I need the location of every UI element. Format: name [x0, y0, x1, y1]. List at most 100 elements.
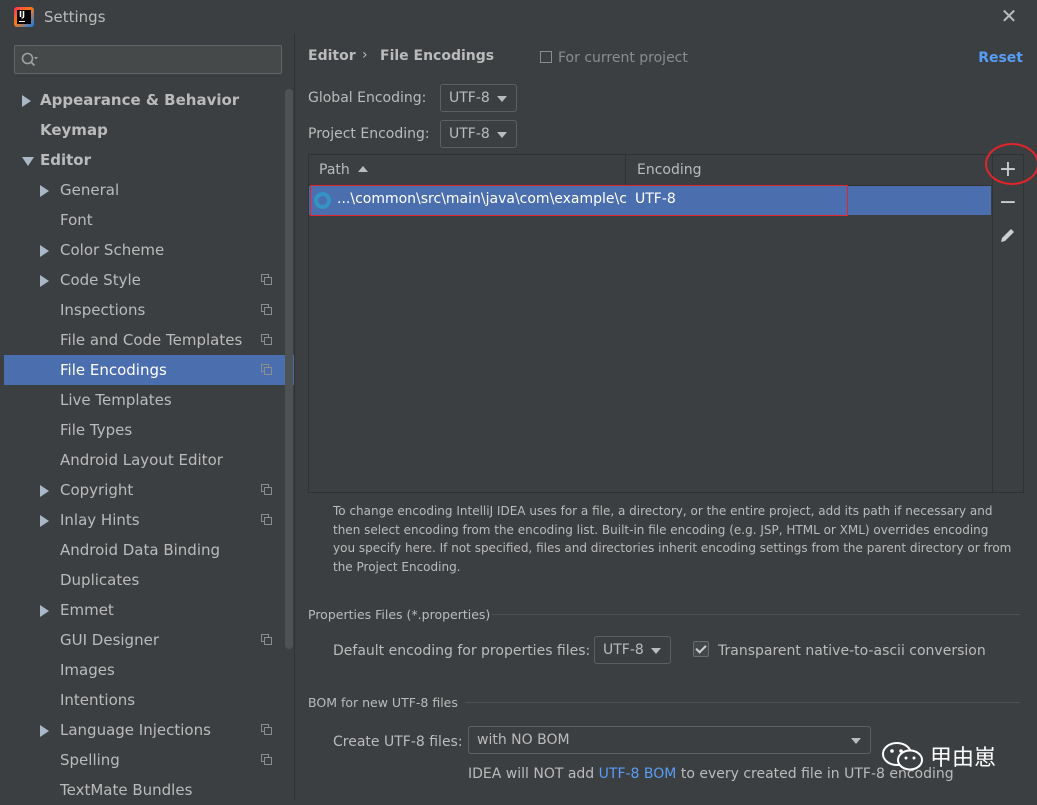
file-encodings-panel: Editor › File Encodings For current proj… [295, 34, 1037, 801]
sidebar-item-label: Live Templates [60, 391, 172, 409]
global-encoding-label: Global Encoding: [308, 90, 427, 106]
sidebar-item-label: Copyright [60, 481, 134, 499]
help-text: To change encoding IntelliJ IDEA uses fo… [333, 504, 1012, 574]
settings-sidebar: Appearance & Behavior Keymap Editor General… [0, 34, 294, 801]
chevron-down-icon [497, 132, 507, 138]
project-scope-icon [261, 514, 272, 525]
sidebar-item-file-encodings[interactable]: File Encodings [4, 355, 294, 385]
sidebar-item-label: Editor [40, 151, 91, 169]
sidebar-item-duplicates[interactable]: Duplicates [4, 565, 282, 595]
utf8-bom-link[interactable]: UTF-8 BOM [599, 766, 677, 782]
sidebar-item-label: File and Code Templates [60, 331, 243, 349]
bom-note-text: IDEA will NOT add [468, 766, 599, 782]
properties-encoding-value: UTF-8 [603, 642, 644, 658]
reset-button[interactable]: Reset [978, 50, 1023, 66]
expand-arrow-right-icon[interactable] [22, 95, 31, 107]
create-utf8-dropdown[interactable]: with NO BOM [468, 726, 871, 754]
sidebar-item-label: Duplicates [60, 571, 140, 589]
expand-arrow-right-icon[interactable] [40, 515, 49, 527]
sidebar-item-label: General [60, 181, 120, 199]
column-header-encoding[interactable]: Encoding [637, 162, 702, 178]
sidebar-item-label: Android Layout Editor [60, 451, 223, 469]
chevron-down-icon [851, 738, 861, 744]
scope-indicator: For current project [540, 50, 688, 66]
edit-path-button[interactable] [997, 225, 1019, 247]
global-encoding-value: UTF-8 [449, 90, 490, 106]
close-icon[interactable]: ✕ [999, 6, 1019, 26]
sidebar-item-images[interactable]: Images [4, 655, 282, 685]
global-encoding-dropdown[interactable]: UTF-8 [440, 84, 517, 112]
sidebar-item-general[interactable]: General [4, 175, 282, 205]
sidebar-item-label: Spelling [60, 751, 120, 769]
expand-arrow-down-icon[interactable] [22, 157, 34, 166]
sidebar-item-file-and-code-templates[interactable]: File and Code Templates [4, 325, 282, 355]
sidebar-item-color-scheme[interactable]: Color Scheme [4, 235, 282, 265]
create-utf8-value: with NO BOM [477, 732, 570, 748]
breadcrumb-file-encodings: File Encodings [380, 48, 495, 64]
sidebar-item-inlay-hints[interactable]: Inlay Hints [4, 505, 282, 535]
sidebar-item-inspections[interactable]: Inspections [4, 295, 282, 325]
settings-tree: Appearance & Behavior Keymap Editor General… [4, 85, 294, 805]
group-separator [492, 614, 1020, 615]
create-utf8-label: Create UTF-8 files: [333, 734, 463, 750]
expand-arrow-right-icon[interactable] [40, 245, 49, 257]
expand-arrow-right-icon[interactable] [40, 485, 49, 497]
expand-arrow-right-icon[interactable] [40, 275, 49, 287]
sidebar-item-label: Inlay Hints [60, 511, 140, 529]
sidebar-item-label: Emmet [60, 601, 114, 619]
project-scope-icon [261, 724, 272, 735]
project-encoding-dropdown[interactable]: UTF-8 [440, 120, 517, 148]
project-scope-icon [261, 634, 272, 645]
sidebar-item-android-layout-editor[interactable]: Android Layout Editor [4, 445, 282, 475]
breadcrumb-editor[interactable]: Editor [308, 48, 356, 64]
pencil-icon [1001, 229, 1014, 242]
sidebar-item-gui-designer[interactable]: GUI Designer [4, 625, 282, 655]
transparent-conversion-label[interactable]: Transparent native-to-ascii conversion [718, 643, 986, 659]
sidebar-item-spelling[interactable]: Spelling [4, 745, 282, 775]
scope-label: For current project [558, 50, 688, 66]
wechat-icon [882, 742, 923, 771]
column-divider[interactable] [625, 155, 626, 185]
sidebar-item-copyright[interactable]: Copyright [4, 475, 282, 505]
sidebar-item-label: GUI Designer [60, 631, 159, 649]
highlight-annotation [310, 185, 848, 216]
project-scope-icon [261, 484, 272, 495]
sidebar-item-file-types[interactable]: File Types [4, 415, 282, 445]
project-scope-icon [540, 51, 552, 63]
sidebar-item-emmet[interactable]: Emmet [4, 595, 282, 625]
project-encoding-label: Project Encoding: [308, 126, 430, 142]
sidebar-item-live-templates[interactable]: Live Templates [4, 385, 282, 415]
sidebar-item-appearance-behavior[interactable]: Appearance & Behavior [4, 85, 282, 115]
search-input[interactable] [47, 50, 279, 72]
sidebar-scrollbar[interactable] [285, 89, 293, 649]
expand-arrow-right-icon[interactable] [40, 605, 49, 617]
properties-encoding-dropdown[interactable]: UTF-8 [594, 636, 671, 664]
expand-arrow-right-icon[interactable] [40, 185, 49, 197]
column-header-path[interactable]: Path [319, 162, 368, 178]
expand-arrow-right-icon[interactable] [40, 725, 49, 737]
path-encoding-table: Path Encoding ...\common\src\main\java\c… [308, 143, 1037, 493]
search-box[interactable] [14, 45, 282, 74]
sidebar-item-android-data-binding[interactable]: Android Data Binding [4, 535, 282, 565]
sidebar-item-language-injections[interactable]: Language Injections [4, 715, 282, 745]
project-scope-icon [261, 304, 272, 315]
sidebar-item-label: Appearance & Behavior [40, 91, 240, 109]
sidebar-item-intentions[interactable]: Intentions [4, 685, 282, 715]
sidebar-item-label: Keymap [40, 121, 108, 139]
remove-path-button[interactable]: − [997, 192, 1019, 214]
sidebar-item-label: Font [60, 211, 93, 229]
sidebar-item-label: Language Injections [60, 721, 211, 739]
sidebar-item-code-style[interactable]: Code Style [4, 265, 282, 295]
sidebar-item-keymap[interactable]: Keymap [4, 115, 282, 145]
chevron-down-icon [651, 648, 661, 654]
project-scope-icon [261, 754, 272, 765]
project-encoding-value: UTF-8 [449, 126, 490, 142]
transparent-conversion-checkbox[interactable] [693, 641, 709, 657]
sidebar-item-editor[interactable]: Editor [4, 145, 282, 175]
bom-note: IDEA will NOT add UTF-8 BOM to every cre… [468, 766, 954, 782]
sidebar-item-label: Intentions [60, 691, 136, 709]
sidebar-item-font[interactable]: Font [4, 205, 282, 235]
project-scope-icon [261, 274, 272, 285]
sidebar-item-label: File Types [60, 421, 133, 439]
sort-ascending-icon [357, 166, 368, 172]
